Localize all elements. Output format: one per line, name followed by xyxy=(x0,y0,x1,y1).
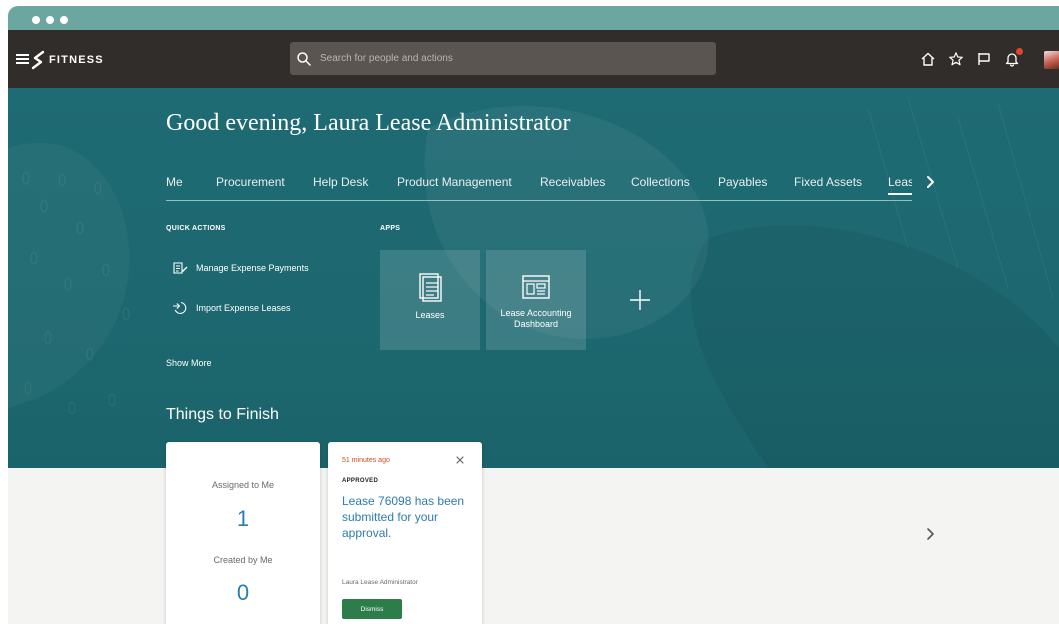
tab-procurement[interactable]: Procurement xyxy=(216,175,285,189)
app-tile-label: Lease Accounting Dashboard xyxy=(500,308,572,329)
notification-time: 51 minutes ago xyxy=(342,457,390,464)
brand-name: FITNESS xyxy=(49,54,104,66)
tab-help-desk[interactable]: Help Desk xyxy=(313,175,368,189)
global-search[interactable] xyxy=(290,42,716,75)
tab-fixed-assets[interactable]: Fixed Assets xyxy=(794,175,862,189)
tab-lease[interactable]: Lease xyxy=(888,175,912,195)
chevron-right-icon[interactable] xyxy=(922,526,938,542)
notification-user: Laura Lease Administrator xyxy=(342,579,418,586)
search-icon xyxy=(297,51,311,66)
app-window: FITNESS Search for people and actions Go… xyxy=(8,6,1059,624)
quick-action-label: Import Expense Leases xyxy=(196,303,291,313)
notification-status: APPROVED xyxy=(342,478,379,484)
add-icon[interactable] xyxy=(628,288,652,312)
show-more-link[interactable]: Show More xyxy=(166,358,212,368)
window-dot-icon xyxy=(32,16,40,24)
things-to-finish-title: Things to Finish xyxy=(166,406,279,423)
welcome-springboard: Good evening, Laura Lease Administrator … xyxy=(8,88,1059,468)
notification-message[interactable]: Lease 76098 has been submitted for your … xyxy=(342,493,472,541)
tab-payables[interactable]: Payables xyxy=(718,175,767,189)
global-header: FITNESS xyxy=(8,30,1059,88)
created-by-me-count[interactable]: 0 xyxy=(166,580,320,606)
user-avatar[interactable] xyxy=(1044,51,1059,69)
tab-me[interactable]: Me xyxy=(166,175,183,189)
menu-icon[interactable] xyxy=(16,54,29,64)
close-icon[interactable] xyxy=(454,454,466,466)
search-input[interactable] xyxy=(318,52,702,65)
window-dot-icon xyxy=(60,16,68,24)
document-icon xyxy=(419,273,442,302)
apps-title: APPS xyxy=(380,225,401,232)
springboard-tabs: Me Procurement Help Desk Product Managem… xyxy=(166,172,912,201)
notification-card[interactable]: 51 minutes ago APPROVED Lease 76098 has … xyxy=(328,442,482,624)
tab-receivables[interactable]: Receivables xyxy=(540,175,605,189)
assignment-summary-card: Assigned to Me 1 Created by Me 0 xyxy=(166,442,320,624)
window-dot-icon xyxy=(46,16,54,24)
document-edit-icon xyxy=(173,262,188,274)
quick-action-label: Manage Expense Payments xyxy=(196,263,309,273)
notification-badge xyxy=(1016,48,1023,55)
dismiss-button[interactable]: Dismiss xyxy=(342,599,402,619)
star-icon[interactable] xyxy=(948,51,964,67)
tab-product-management[interactable]: Product Management xyxy=(397,175,512,189)
page-greeting: Good evening, Laura Lease Administrator xyxy=(166,110,571,136)
flag-icon[interactable] xyxy=(976,51,992,67)
window-chrome-bar xyxy=(8,6,1059,30)
quick-action-import-expense-leases[interactable]: Import Expense Leases xyxy=(172,298,291,318)
app-tile-label: Leases xyxy=(415,310,445,320)
dashboard-icon xyxy=(522,275,550,299)
notifications-button[interactable] xyxy=(1004,48,1023,67)
brand-logo[interactable]: FITNESS xyxy=(30,48,104,72)
assigned-to-me-count[interactable]: 1 xyxy=(166,506,320,532)
chevron-right-icon[interactable] xyxy=(922,174,938,190)
import-icon xyxy=(172,301,187,314)
app-tile-leases[interactable]: Leases xyxy=(380,250,480,350)
app-tile-lease-accounting-dashboard[interactable]: Lease Accounting Dashboard xyxy=(486,250,586,350)
tab-collections[interactable]: Collections xyxy=(631,175,690,189)
home-icon[interactable] xyxy=(920,51,936,67)
quick-actions-title: QUICK ACTIONS xyxy=(166,225,226,232)
brand-s-icon xyxy=(31,50,45,70)
quick-action-manage-expense-payments[interactable]: Manage Expense Payments xyxy=(172,258,309,278)
assigned-to-me-label: Assigned to Me xyxy=(211,480,275,490)
created-by-me-label: Created by Me xyxy=(213,555,273,565)
